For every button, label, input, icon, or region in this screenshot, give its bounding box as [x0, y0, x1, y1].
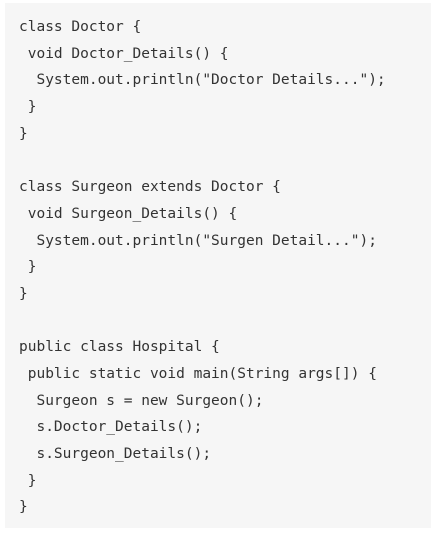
code-line: class Surgeon extends Doctor { — [19, 179, 281, 196]
code-line: void Surgeon_Details() { — [19, 205, 238, 222]
code-line: class Doctor { — [19, 19, 142, 35]
code-line: s.Surgeon_Details(); — [19, 446, 212, 462]
code-line: } — [19, 259, 37, 276]
code-listing: class Doctor { void Doctor_Details() { S… — [19, 14, 431, 521]
code-line: public static void main(String args[]) { — [19, 365, 377, 382]
code-line: } — [19, 99, 37, 116]
code-line: } — [19, 472, 37, 489]
code-line: System.out.println("Doctor Details..."); — [19, 72, 386, 89]
code-line: s.Doctor_Details(); — [19, 419, 203, 436]
code-line: void Doctor_Details() { — [19, 45, 229, 62]
code-line: System.out.println("Surgen Detail..."); — [19, 232, 377, 249]
code-block: class Doctor { void Doctor_Details() { S… — [5, 3, 431, 528]
code-line: Surgeon s = new Surgeon(); — [19, 392, 264, 409]
code-line: } — [19, 125, 28, 142]
code-line: } — [19, 285, 28, 302]
code-line: } — [19, 499, 28, 516]
code-line: public class Hospital { — [19, 339, 220, 356]
